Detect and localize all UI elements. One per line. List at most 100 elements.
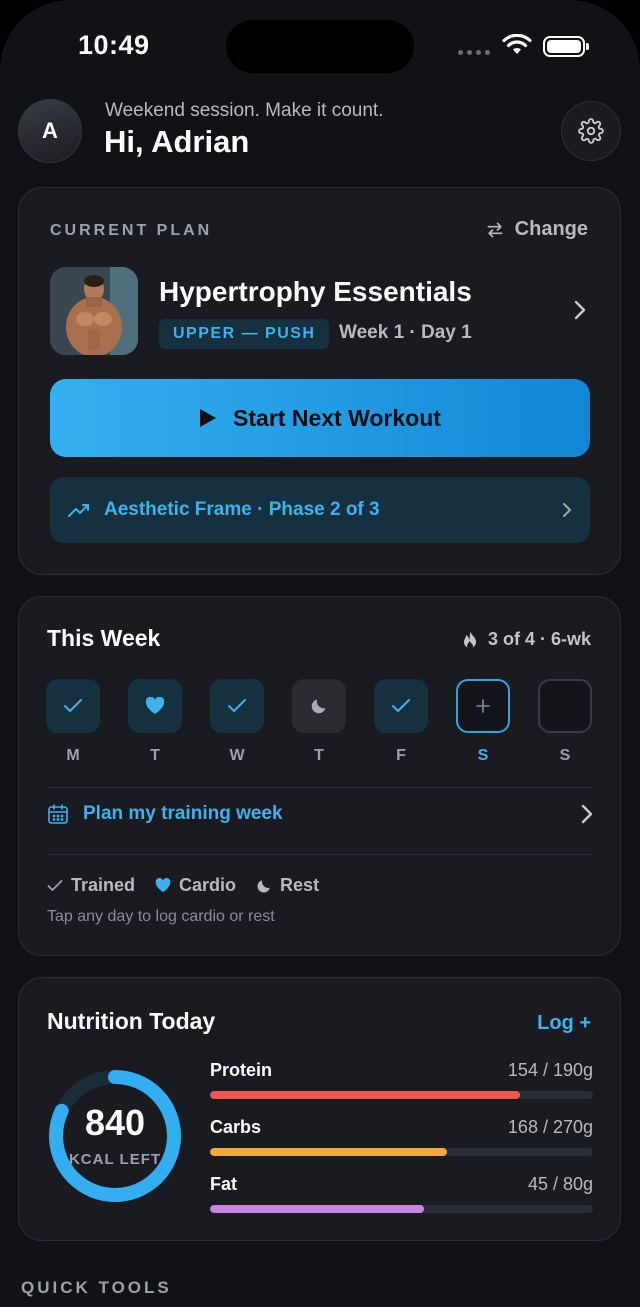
header-subtitle: Weekend session. Make it count. <box>105 100 384 121</box>
day-letter: F <box>396 747 406 764</box>
macro-value: 45 / 80g <box>527 1174 593 1194</box>
cellular-signal-icon <box>458 50 490 55</box>
nutrition-title: Nutrition Today <box>47 1008 216 1034</box>
day-status-box[interactable] <box>538 679 592 733</box>
week-day-row: M T W T F S S <box>46 679 594 769</box>
trending-up-icon <box>68 504 89 517</box>
day-friday[interactable]: F <box>374 679 428 765</box>
day-letter: T <box>150 747 160 764</box>
current-plan-card: CURRENT PLAN Change Hypertrophy Essentia… <box>18 187 621 575</box>
day-sunday[interactable]: S <box>538 679 592 765</box>
swap-icon <box>487 222 503 237</box>
nutrition-card: Nutrition Today Log + 840 KCAL LEFT Prot… <box>18 977 621 1241</box>
heart-icon <box>145 697 165 714</box>
day-status-box[interactable] <box>46 679 100 733</box>
day-status-box[interactable] <box>210 679 264 733</box>
check-icon <box>392 699 410 712</box>
macro-progress-track <box>210 1148 593 1156</box>
start-workout-button[interactable]: Start Next Workout <box>50 379 590 457</box>
day-status-box[interactable] <box>374 679 428 733</box>
macro-value: 154 / 190g <box>507 1060 593 1080</box>
home-screen: 10:49 A Weekend session. Make it count. … <box>0 0 640 1307</box>
plan-training-week-button[interactable]: Plan my training week <box>47 803 593 825</box>
program-phase-button[interactable]: Aesthetic Frame · Phase 2 of 3 <box>50 477 590 543</box>
legend-rest-label: Rest <box>280 875 320 895</box>
this-week-card: This Week 3 of 4 · 6-wk M T W T F S S Pl… <box>18 596 621 956</box>
this-week-title: This Week <box>47 625 161 651</box>
plan-thumbnail[interactable] <box>50 267 138 355</box>
legend-cardio: Cardio <box>155 875 236 896</box>
macro-protein: Protein 154 / 190g <box>210 1060 593 1099</box>
phase-label: Aesthetic Frame · Phase 2 of 3 <box>104 499 380 520</box>
session-tag: UPPER — PUSH <box>159 319 330 349</box>
legend-trained: Trained <box>47 875 135 896</box>
day-status-box[interactable] <box>456 679 510 733</box>
streak-label: 3 of 4 · 6-wk <box>487 629 591 649</box>
day-monday[interactable]: M <box>46 679 100 765</box>
check-icon <box>64 699 82 712</box>
legend-cardio-label: Cardio <box>179 875 237 895</box>
wifi-icon <box>502 34 532 54</box>
kcal-left-label: KCAL LEFT <box>68 1151 162 1168</box>
macro-progress-track <box>210 1091 593 1099</box>
flame-icon <box>463 630 476 649</box>
avatar[interactable]: A <box>18 99 82 163</box>
greeting-title: Hi, Adrian <box>104 124 250 159</box>
day-letter: S <box>559 747 571 764</box>
week-hint: Tap any day to log cardio or rest <box>47 908 275 925</box>
macro-name: Fat <box>210 1174 237 1194</box>
athlete-image <box>50 267 138 355</box>
day-status-box[interactable] <box>292 679 346 733</box>
macro-progress-fill <box>210 1091 521 1099</box>
gear-icon <box>578 118 604 144</box>
macro-carbs: Carbs 168 / 270g <box>210 1117 593 1156</box>
day-status-box[interactable] <box>128 679 182 733</box>
chevron-right-icon <box>562 502 572 518</box>
legend-trained-label: Trained <box>71 875 136 895</box>
chevron-right-icon <box>581 804 593 824</box>
moon-icon <box>257 879 270 892</box>
current-plan-label: CURRENT PLAN <box>50 222 213 239</box>
start-workout-label: Start Next Workout <box>233 404 441 431</box>
day-saturday[interactable]: S <box>456 679 510 765</box>
macro-progress-track <box>210 1205 593 1213</box>
quick-tools-heading: QUICK TOOLS <box>21 1278 172 1297</box>
divider <box>47 854 592 855</box>
check-icon <box>47 880 63 891</box>
log-food-button[interactable]: Log + <box>537 1012 591 1035</box>
moon-icon <box>311 699 326 714</box>
day-letter: W <box>229 747 245 764</box>
status-bar: 10:49 <box>0 0 640 90</box>
legend-rest: Rest <box>256 875 319 896</box>
play-icon <box>200 409 217 427</box>
plan-title[interactable]: Hypertrophy Essentials <box>159 276 472 308</box>
macro-progress-fill <box>210 1205 425 1213</box>
day-letter: S <box>477 747 489 764</box>
divider <box>47 787 592 788</box>
day-letter: T <box>314 747 324 764</box>
macro-fat: Fat 45 / 80g <box>210 1174 593 1213</box>
day-legend: Trained Cardio Rest <box>47 875 331 896</box>
plan-training-week-label: Plan my training week <box>83 803 283 824</box>
chevron-right-icon[interactable] <box>574 300 586 320</box>
day-letter: M <box>66 747 80 764</box>
plus-icon <box>476 699 490 713</box>
week-day-label: Week 1 · Day 1 <box>339 322 472 343</box>
day-tuesday[interactable]: T <box>128 679 182 765</box>
day-wednesday[interactable]: W <box>210 679 264 765</box>
calendar-icon <box>48 804 68 824</box>
status-time: 10:49 <box>78 30 150 60</box>
settings-button[interactable] <box>561 101 621 161</box>
change-label: Change <box>514 218 588 240</box>
battery-icon <box>543 36 589 57</box>
streak-indicator: 3 of 4 · 6-wk <box>462 629 591 650</box>
macro-name: Carbs <box>210 1117 262 1137</box>
change-plan-button[interactable]: Change <box>485 218 588 241</box>
macro-name: Protein <box>210 1060 273 1080</box>
kcal-left-value: 840 <box>84 1102 146 1143</box>
check-icon <box>228 699 246 712</box>
dynamic-island <box>226 20 414 73</box>
macro-progress-fill <box>210 1148 448 1156</box>
macro-value: 168 / 270g <box>507 1117 593 1137</box>
day-thursday[interactable]: T <box>292 679 346 765</box>
